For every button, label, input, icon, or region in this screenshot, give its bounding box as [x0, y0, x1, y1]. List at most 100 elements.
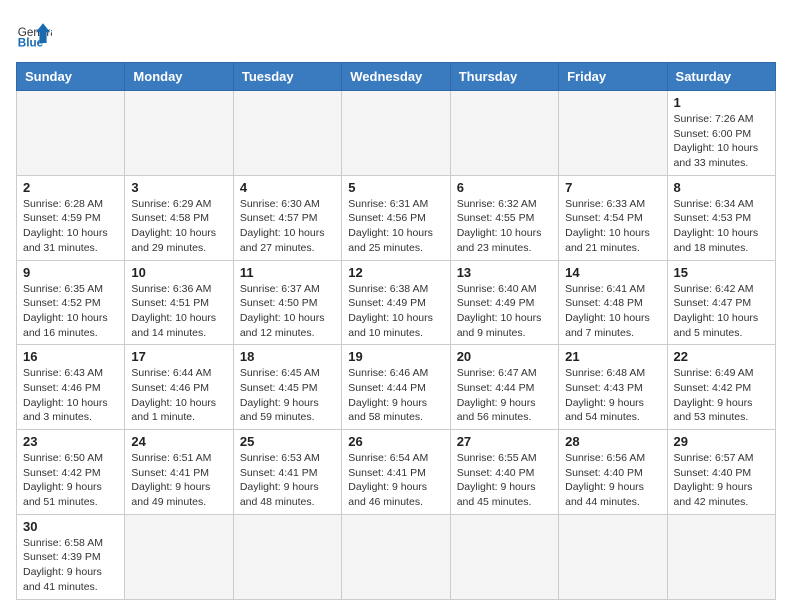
- week-row-0: 1Sunrise: 7:26 AM Sunset: 6:00 PM Daylig…: [17, 91, 776, 176]
- day-info: Sunrise: 6:30 AM Sunset: 4:57 PM Dayligh…: [240, 197, 335, 256]
- day-info: Sunrise: 6:35 AM Sunset: 4:52 PM Dayligh…: [23, 282, 118, 341]
- day-info: Sunrise: 6:49 AM Sunset: 4:42 PM Dayligh…: [674, 366, 769, 425]
- day-number: 19: [348, 349, 443, 364]
- day-number: 17: [131, 349, 226, 364]
- day-number: 15: [674, 265, 769, 280]
- weekday-header-row: SundayMondayTuesdayWednesdayThursdayFrid…: [17, 63, 776, 91]
- calendar-cell: 21 Sunrise: 6:48 AM Sunset: 4:43 PM Dayli…: [559, 345, 667, 430]
- calendar-cell: [450, 91, 558, 176]
- day-info: Sunrise: 6:41 AM Sunset: 4:48 PM Dayligh…: [565, 282, 660, 341]
- day-number: 4: [240, 180, 335, 195]
- day-number: 7: [565, 180, 660, 195]
- calendar-cell: [17, 91, 125, 176]
- calendar-cell: 10 Sunrise: 6:36 AM Sunset: 4:51 PM Dayli…: [125, 260, 233, 345]
- day-number: 18: [240, 349, 335, 364]
- calendar-cell: 9 Sunrise: 6:35 AM Sunset: 4:52 PM Daylig…: [17, 260, 125, 345]
- calendar-cell: [125, 91, 233, 176]
- calendar-cell: [559, 514, 667, 599]
- day-number: 22: [674, 349, 769, 364]
- calendar-cell: 29 Sunrise: 6:57 AM Sunset: 4:40 PM Dayli…: [667, 430, 775, 515]
- calendar-cell: 25 Sunrise: 6:53 AM Sunset: 4:41 PM Dayli…: [233, 430, 341, 515]
- day-number: 24: [131, 434, 226, 449]
- calendar-cell: 24 Sunrise: 6:51 AM Sunset: 4:41 PM Dayli…: [125, 430, 233, 515]
- week-row-1: 2Sunrise: 6:28 AM Sunset: 4:59 PM Daylig…: [17, 175, 776, 260]
- calendar-cell: 28 Sunrise: 6:56 AM Sunset: 4:40 PM Dayli…: [559, 430, 667, 515]
- weekday-header-thursday: Thursday: [450, 63, 558, 91]
- day-number: 14: [565, 265, 660, 280]
- calendar-cell: 23 Sunrise: 6:50 AM Sunset: 4:42 PM Dayli…: [17, 430, 125, 515]
- calendar-cell: 5Sunrise: 6:31 AM Sunset: 4:56 PM Daylig…: [342, 175, 450, 260]
- calendar-cell: 15 Sunrise: 6:42 AM Sunset: 4:47 PM Dayli…: [667, 260, 775, 345]
- calendar-cell: 11Sunrise: 6:37 AM Sunset: 4:50 PM Dayli…: [233, 260, 341, 345]
- logo-icon: General Blue: [16, 16, 52, 52]
- calendar-cell: 30 Sunrise: 6:58 AM Sunset: 4:39 PM Dayli…: [17, 514, 125, 599]
- day-info: Sunrise: 6:43 AM Sunset: 4:46 PM Dayligh…: [23, 366, 118, 425]
- day-number: 9: [23, 265, 118, 280]
- day-info: Sunrise: 6:47 AM Sunset: 4:44 PM Dayligh…: [457, 366, 552, 425]
- day-number: 30: [23, 519, 118, 534]
- calendar-cell: 18 Sunrise: 6:45 AM Sunset: 4:45 PM Dayli…: [233, 345, 341, 430]
- day-info: Sunrise: 6:38 AM Sunset: 4:49 PM Dayligh…: [348, 282, 443, 341]
- calendar-cell: 13Sunrise: 6:40 AM Sunset: 4:49 PM Dayli…: [450, 260, 558, 345]
- weekday-header-monday: Monday: [125, 63, 233, 91]
- day-info: Sunrise: 7:26 AM Sunset: 6:00 PM Dayligh…: [674, 112, 769, 171]
- day-number: 8: [674, 180, 769, 195]
- day-number: 21: [565, 349, 660, 364]
- week-row-2: 9 Sunrise: 6:35 AM Sunset: 4:52 PM Daylig…: [17, 260, 776, 345]
- calendar-cell: [559, 91, 667, 176]
- calendar-cell: [233, 91, 341, 176]
- day-info: Sunrise: 6:55 AM Sunset: 4:40 PM Dayligh…: [457, 451, 552, 510]
- weekday-header-saturday: Saturday: [667, 63, 775, 91]
- calendar: SundayMondayTuesdayWednesdayThursdayFrid…: [16, 62, 776, 600]
- weekday-header-tuesday: Tuesday: [233, 63, 341, 91]
- weekday-header-friday: Friday: [559, 63, 667, 91]
- day-number: 29: [674, 434, 769, 449]
- calendar-cell: 2Sunrise: 6:28 AM Sunset: 4:59 PM Daylig…: [17, 175, 125, 260]
- day-info: Sunrise: 6:51 AM Sunset: 4:41 PM Dayligh…: [131, 451, 226, 510]
- calendar-cell: [233, 514, 341, 599]
- logo: General Blue: [16, 16, 52, 52]
- header: General Blue: [16, 16, 776, 52]
- calendar-cell: [342, 514, 450, 599]
- day-info: Sunrise: 6:44 AM Sunset: 4:46 PM Dayligh…: [131, 366, 226, 425]
- calendar-cell: 17 Sunrise: 6:44 AM Sunset: 4:46 PM Dayli…: [125, 345, 233, 430]
- day-info: Sunrise: 6:34 AM Sunset: 4:53 PM Dayligh…: [674, 197, 769, 256]
- calendar-cell: 12 Sunrise: 6:38 AM Sunset: 4:49 PM Dayli…: [342, 260, 450, 345]
- day-info: Sunrise: 6:56 AM Sunset: 4:40 PM Dayligh…: [565, 451, 660, 510]
- day-number: 3: [131, 180, 226, 195]
- day-number: 25: [240, 434, 335, 449]
- day-info: Sunrise: 6:57 AM Sunset: 4:40 PM Dayligh…: [674, 451, 769, 510]
- calendar-cell: [125, 514, 233, 599]
- day-info: Sunrise: 6:32 AM Sunset: 4:55 PM Dayligh…: [457, 197, 552, 256]
- week-row-5: 30 Sunrise: 6:58 AM Sunset: 4:39 PM Dayli…: [17, 514, 776, 599]
- day-number: 12: [348, 265, 443, 280]
- day-info: Sunrise: 6:45 AM Sunset: 4:45 PM Dayligh…: [240, 366, 335, 425]
- calendar-cell: 3Sunrise: 6:29 AM Sunset: 4:58 PM Daylig…: [125, 175, 233, 260]
- day-number: 28: [565, 434, 660, 449]
- day-info: Sunrise: 6:53 AM Sunset: 4:41 PM Dayligh…: [240, 451, 335, 510]
- week-row-3: 16Sunrise: 6:43 AM Sunset: 4:46 PM Dayli…: [17, 345, 776, 430]
- calendar-cell: 22 Sunrise: 6:49 AM Sunset: 4:42 PM Dayli…: [667, 345, 775, 430]
- calendar-cell: 20Sunrise: 6:47 AM Sunset: 4:44 PM Dayli…: [450, 345, 558, 430]
- weekday-header-sunday: Sunday: [17, 63, 125, 91]
- day-number: 13: [457, 265, 552, 280]
- calendar-cell: 14 Sunrise: 6:41 AM Sunset: 4:48 PM Dayli…: [559, 260, 667, 345]
- day-number: 23: [23, 434, 118, 449]
- day-info: Sunrise: 6:50 AM Sunset: 4:42 PM Dayligh…: [23, 451, 118, 510]
- day-info: Sunrise: 6:58 AM Sunset: 4:39 PM Dayligh…: [23, 536, 118, 595]
- day-info: Sunrise: 6:48 AM Sunset: 4:43 PM Dayligh…: [565, 366, 660, 425]
- calendar-cell: 16Sunrise: 6:43 AM Sunset: 4:46 PM Dayli…: [17, 345, 125, 430]
- day-number: 10: [131, 265, 226, 280]
- day-info: Sunrise: 6:46 AM Sunset: 4:44 PM Dayligh…: [348, 366, 443, 425]
- week-row-4: 23 Sunrise: 6:50 AM Sunset: 4:42 PM Dayli…: [17, 430, 776, 515]
- day-info: Sunrise: 6:54 AM Sunset: 4:41 PM Dayligh…: [348, 451, 443, 510]
- day-info: Sunrise: 6:36 AM Sunset: 4:51 PM Dayligh…: [131, 282, 226, 341]
- day-info: Sunrise: 6:37 AM Sunset: 4:50 PM Dayligh…: [240, 282, 335, 341]
- day-info: Sunrise: 6:42 AM Sunset: 4:47 PM Dayligh…: [674, 282, 769, 341]
- calendar-cell: 8 Sunrise: 6:34 AM Sunset: 4:53 PM Daylig…: [667, 175, 775, 260]
- calendar-cell: [667, 514, 775, 599]
- day-info: Sunrise: 6:31 AM Sunset: 4:56 PM Dayligh…: [348, 197, 443, 256]
- day-number: 2: [23, 180, 118, 195]
- calendar-cell: 27Sunrise: 6:55 AM Sunset: 4:40 PM Dayli…: [450, 430, 558, 515]
- day-info: Sunrise: 6:33 AM Sunset: 4:54 PM Dayligh…: [565, 197, 660, 256]
